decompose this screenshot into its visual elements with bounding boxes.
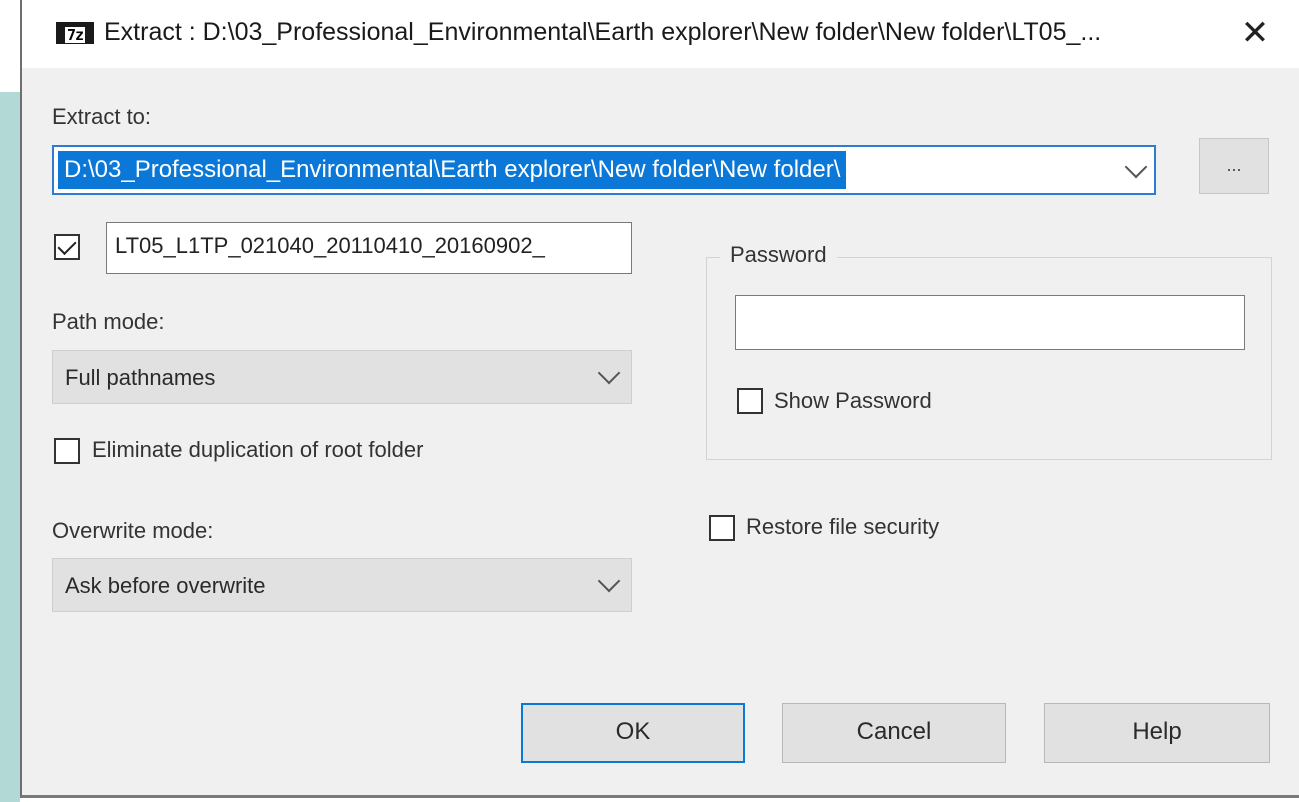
subfolder-checkbox[interactable]	[54, 234, 80, 260]
show-password-label[interactable]: Show Password	[774, 388, 932, 414]
subfolder-name-value: LT05_L1TP_021040_20110410_20160902_	[115, 233, 545, 258]
chevron-down-icon[interactable]	[597, 361, 621, 385]
title-bar: 7z Extract : D:\03_Professional_Environm…	[22, 0, 1299, 68]
overwrite-mode-label: Overwrite mode:	[52, 518, 214, 543]
password-groupbox	[706, 257, 1272, 460]
eliminate-duplication-label[interactable]: Eliminate duplication of root folder	[92, 437, 423, 463]
window-title: Extract : D:\03_Professional_Environment…	[104, 18, 1102, 46]
password-group-title: Password	[720, 242, 837, 268]
7zip-app-icon: 7z	[56, 22, 94, 44]
path-mode-label: Path mode:	[52, 309, 165, 334]
extract-to-combobox[interactable]: D:\03_Professional_Environmental\Earth e…	[52, 145, 1156, 195]
chevron-down-icon[interactable]	[597, 569, 621, 593]
help-button[interactable]: Help	[1044, 703, 1270, 763]
path-mode-select[interactable]: Full pathnames	[52, 350, 632, 404]
close-button[interactable]: ✕	[1232, 12, 1278, 54]
browse-button[interactable]: ...	[1199, 138, 1269, 194]
subfolder-name-input[interactable]: LT05_L1TP_021040_20110410_20160902_	[106, 222, 632, 274]
extract-to-value: D:\03_Professional_Environmental\Earth e…	[58, 151, 847, 189]
overwrite-mode-select[interactable]: Ask before overwrite	[52, 558, 632, 612]
show-password-checkbox[interactable]	[737, 388, 763, 414]
checkmark-icon	[57, 235, 77, 256]
restore-security-label[interactable]: Restore file security	[746, 514, 939, 540]
chevron-down-icon[interactable]	[1124, 155, 1148, 179]
ok-button[interactable]: OK	[521, 703, 745, 763]
cancel-button[interactable]: Cancel	[782, 703, 1006, 763]
password-input[interactable]	[735, 295, 1245, 350]
restore-security-checkbox[interactable]	[709, 515, 735, 541]
extract-to-label: Extract to:	[52, 104, 152, 129]
eliminate-duplication-checkbox[interactable]	[54, 438, 80, 464]
overwrite-mode-value: Ask before overwrite	[65, 573, 266, 598]
path-mode-value: Full pathnames	[65, 365, 216, 390]
background-teal-strip	[0, 92, 20, 802]
extract-dialog: 7z Extract : D:\03_Professional_Environm…	[20, 0, 1299, 798]
